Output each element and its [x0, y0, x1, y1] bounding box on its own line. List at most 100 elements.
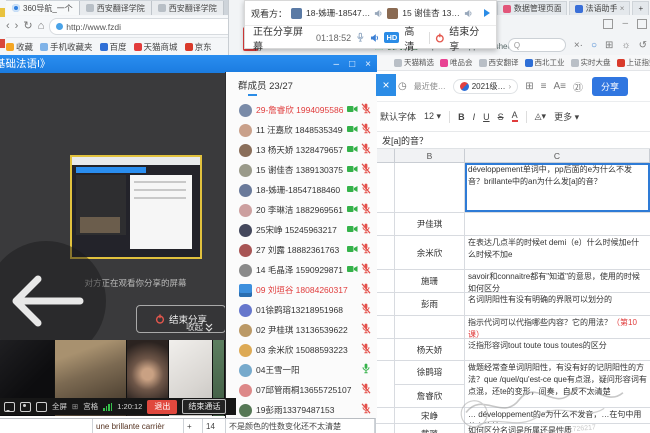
- cell-a[interactable]: [376, 293, 395, 315]
- member-row[interactable]: 13 杨天娇 13284796576: [226, 140, 377, 160]
- bookmark-item[interactable]: 上证指数: [617, 57, 650, 68]
- settings-gear-icon[interactable]: ☼: [621, 40, 630, 51]
- cell-c[interactable]: 泛指形容词tout toute tous toutes的区分: [465, 339, 650, 360]
- strip-cell[interactable]: +: [184, 419, 203, 433]
- mic-muted-icon[interactable]: [361, 383, 371, 397]
- mic-muted-icon[interactable]: [361, 303, 371, 317]
- mic-muted-icon[interactable]: [361, 263, 371, 277]
- column-header-c[interactable]: C: [465, 149, 650, 162]
- cell-b-name[interactable]: 徐鹍瑢: [395, 361, 464, 384]
- bookmark-item[interactable]: 京东: [185, 41, 212, 53]
- mic-muted-icon[interactable]: [361, 143, 371, 157]
- italic-button[interactable]: I: [473, 112, 476, 122]
- minimize-icon[interactable]: –: [622, 18, 628, 29]
- bookmark-item[interactable]: 西北工业: [525, 57, 565, 68]
- selected-cell[interactable]: développement单词中，pp后面的e为什么不发音？brillante中…: [465, 163, 650, 212]
- member-row[interactable]: 25宋峥 15245963217: [226, 220, 377, 240]
- expand-viewers-icon[interactable]: [484, 9, 490, 17]
- strikethrough-button[interactable]: S: [498, 112, 504, 122]
- member-row[interactable]: 29-詹睿欣 19940955863: [226, 100, 377, 120]
- cell-c[interactable]: … développement的e为什么不发音，…在句中用什么连接: [465, 408, 650, 423]
- mic-on-icon[interactable]: [361, 363, 371, 377]
- grid-view-icon[interactable]: ⊞: [72, 402, 78, 411]
- cell-a[interactable]: [376, 424, 395, 433]
- mic-muted-icon[interactable]: [361, 283, 371, 297]
- camera-on-icon[interactable]: [347, 165, 358, 176]
- strip-cell[interactable]: 14: [203, 419, 226, 433]
- bookmark-item[interactable]: 手机收藏夹: [40, 41, 93, 53]
- fullscreen-label[interactable]: 全屏: [52, 401, 67, 412]
- member-row[interactable]: 09 刘垣谷 18084260317: [226, 280, 377, 300]
- camera-on-icon[interactable]: [347, 245, 358, 256]
- forward-icon[interactable]: ›: [15, 21, 19, 32]
- cell-c[interactable]: 名词阴阳性有没有明确的界限可以划分的: [465, 293, 650, 315]
- font-size-select[interactable]: 12 ▾: [424, 111, 441, 122]
- add-user-icon[interactable]: ㉑: [573, 79, 583, 94]
- font-select[interactable]: 默认字体: [380, 110, 416, 123]
- cell-c[interactable]: 做题经常查单词阴阳性，有没有好的记阴阳性的方法？que /quel/qu'est…: [465, 361, 650, 407]
- column-header-a[interactable]: [376, 149, 395, 162]
- bookmark-item[interactable]: 天猫精选: [394, 57, 434, 68]
- cell-c[interactable]: savoir和connaitre都有"知道"的意思，使用的时候如何区分: [465, 270, 650, 292]
- close-tab-icon[interactable]: ×: [620, 4, 625, 13]
- mic-muted-icon[interactable]: [361, 323, 371, 337]
- side-icon-yellow[interactable]: [0, 8, 5, 17]
- text-color-button[interactable]: A: [512, 111, 518, 122]
- browser-tab[interactable]: 360导航_一个: [6, 1, 80, 15]
- cell-b[interactable]: 施珊: [395, 270, 465, 292]
- cell-a[interactable]: [376, 236, 395, 269]
- cell-a[interactable]: [376, 270, 395, 292]
- cell-b[interactable]: 尹佳琪: [395, 213, 465, 235]
- member-row[interactable]: 11 汪嘉欣 18485353490: [226, 120, 377, 140]
- back-icon[interactable]: ‹: [6, 21, 10, 32]
- new-doc-icon[interactable]: ⊞: [525, 81, 533, 92]
- close-icon[interactable]: ×: [365, 59, 371, 70]
- formula-bar[interactable]: 发[a]的音？: [376, 132, 650, 149]
- cell-a[interactable]: [376, 361, 395, 407]
- member-row[interactable]: 18-姊珊-18547188460: [226, 180, 377, 200]
- camera-on-icon[interactable]: [347, 205, 358, 216]
- clock-icon[interactable]: ◷: [398, 81, 407, 92]
- camera-on-icon[interactable]: [347, 145, 358, 156]
- camera-icon[interactable]: [20, 402, 31, 412]
- end-call-button[interactable]: 结束通话: [182, 399, 226, 414]
- shared-screen-thumbnail[interactable]: [70, 155, 202, 259]
- member-row[interactable]: 03 余米欣 15088593223: [226, 340, 377, 360]
- cell-b[interactable]: [395, 316, 465, 338]
- camera-on-icon[interactable]: [347, 125, 358, 136]
- cell-b[interactable]: 戴璐: [395, 424, 465, 433]
- cell-a[interactable]: [376, 213, 395, 235]
- camera-on-icon[interactable]: [347, 225, 358, 236]
- camera-on-icon[interactable]: [347, 105, 358, 116]
- cell-c[interactable]: [465, 213, 650, 235]
- cell-b[interactable]: 余米欣: [395, 236, 465, 269]
- browser-tab[interactable]: 数据管理页面: [497, 1, 567, 15]
- restore-icon[interactable]: [603, 19, 613, 29]
- strip-cell[interactable]: 不是颜色的性数变化还不太清楚: [226, 419, 375, 433]
- grid-view-label[interactable]: 宫格: [83, 401, 98, 412]
- fill-color-button[interactable]: ◬▾: [535, 111, 546, 122]
- history-icon[interactable]: ↺: [639, 40, 647, 51]
- side-icon-red[interactable]: [0, 39, 5, 48]
- share-button[interactable]: 分享: [592, 77, 628, 96]
- microphone-icon[interactable]: [356, 32, 365, 43]
- cell-c[interactable]: 在表达几点半的时候et demi（e）什么时候加e什么时候不加e: [465, 236, 650, 269]
- document-tab-pill[interactable]: 2021级… ›: [453, 79, 518, 94]
- browser-tab[interactable]: 法语助手×: [569, 1, 631, 15]
- mic-muted-icon[interactable]: [361, 123, 371, 137]
- bookmark-item[interactable]: 天猫商城: [134, 41, 178, 53]
- cut-icon[interactable]: ×·: [574, 40, 583, 51]
- mic-muted-icon[interactable]: [361, 343, 371, 357]
- member-row[interactable]: 27 刘露 18882361763: [226, 240, 377, 260]
- underline-button[interactable]: U: [483, 112, 490, 122]
- exit-button[interactable]: 退出: [147, 400, 177, 414]
- cell-b[interactable]: [395, 163, 465, 212]
- mic-muted-icon[interactable]: [361, 183, 371, 197]
- find-icon[interactable]: ○: [591, 40, 597, 51]
- hd-label[interactable]: 高清: [404, 23, 423, 53]
- mic-muted-icon[interactable]: [361, 163, 371, 177]
- member-row[interactable]: 02 尹桂琪 13136539622: [226, 320, 377, 340]
- menu-icon[interactable]: ≡: [541, 81, 547, 92]
- viewer-name[interactable]: 15 谢佳杏 13…: [402, 7, 460, 19]
- strip-cell[interactable]: une brillante carrièr: [93, 419, 184, 433]
